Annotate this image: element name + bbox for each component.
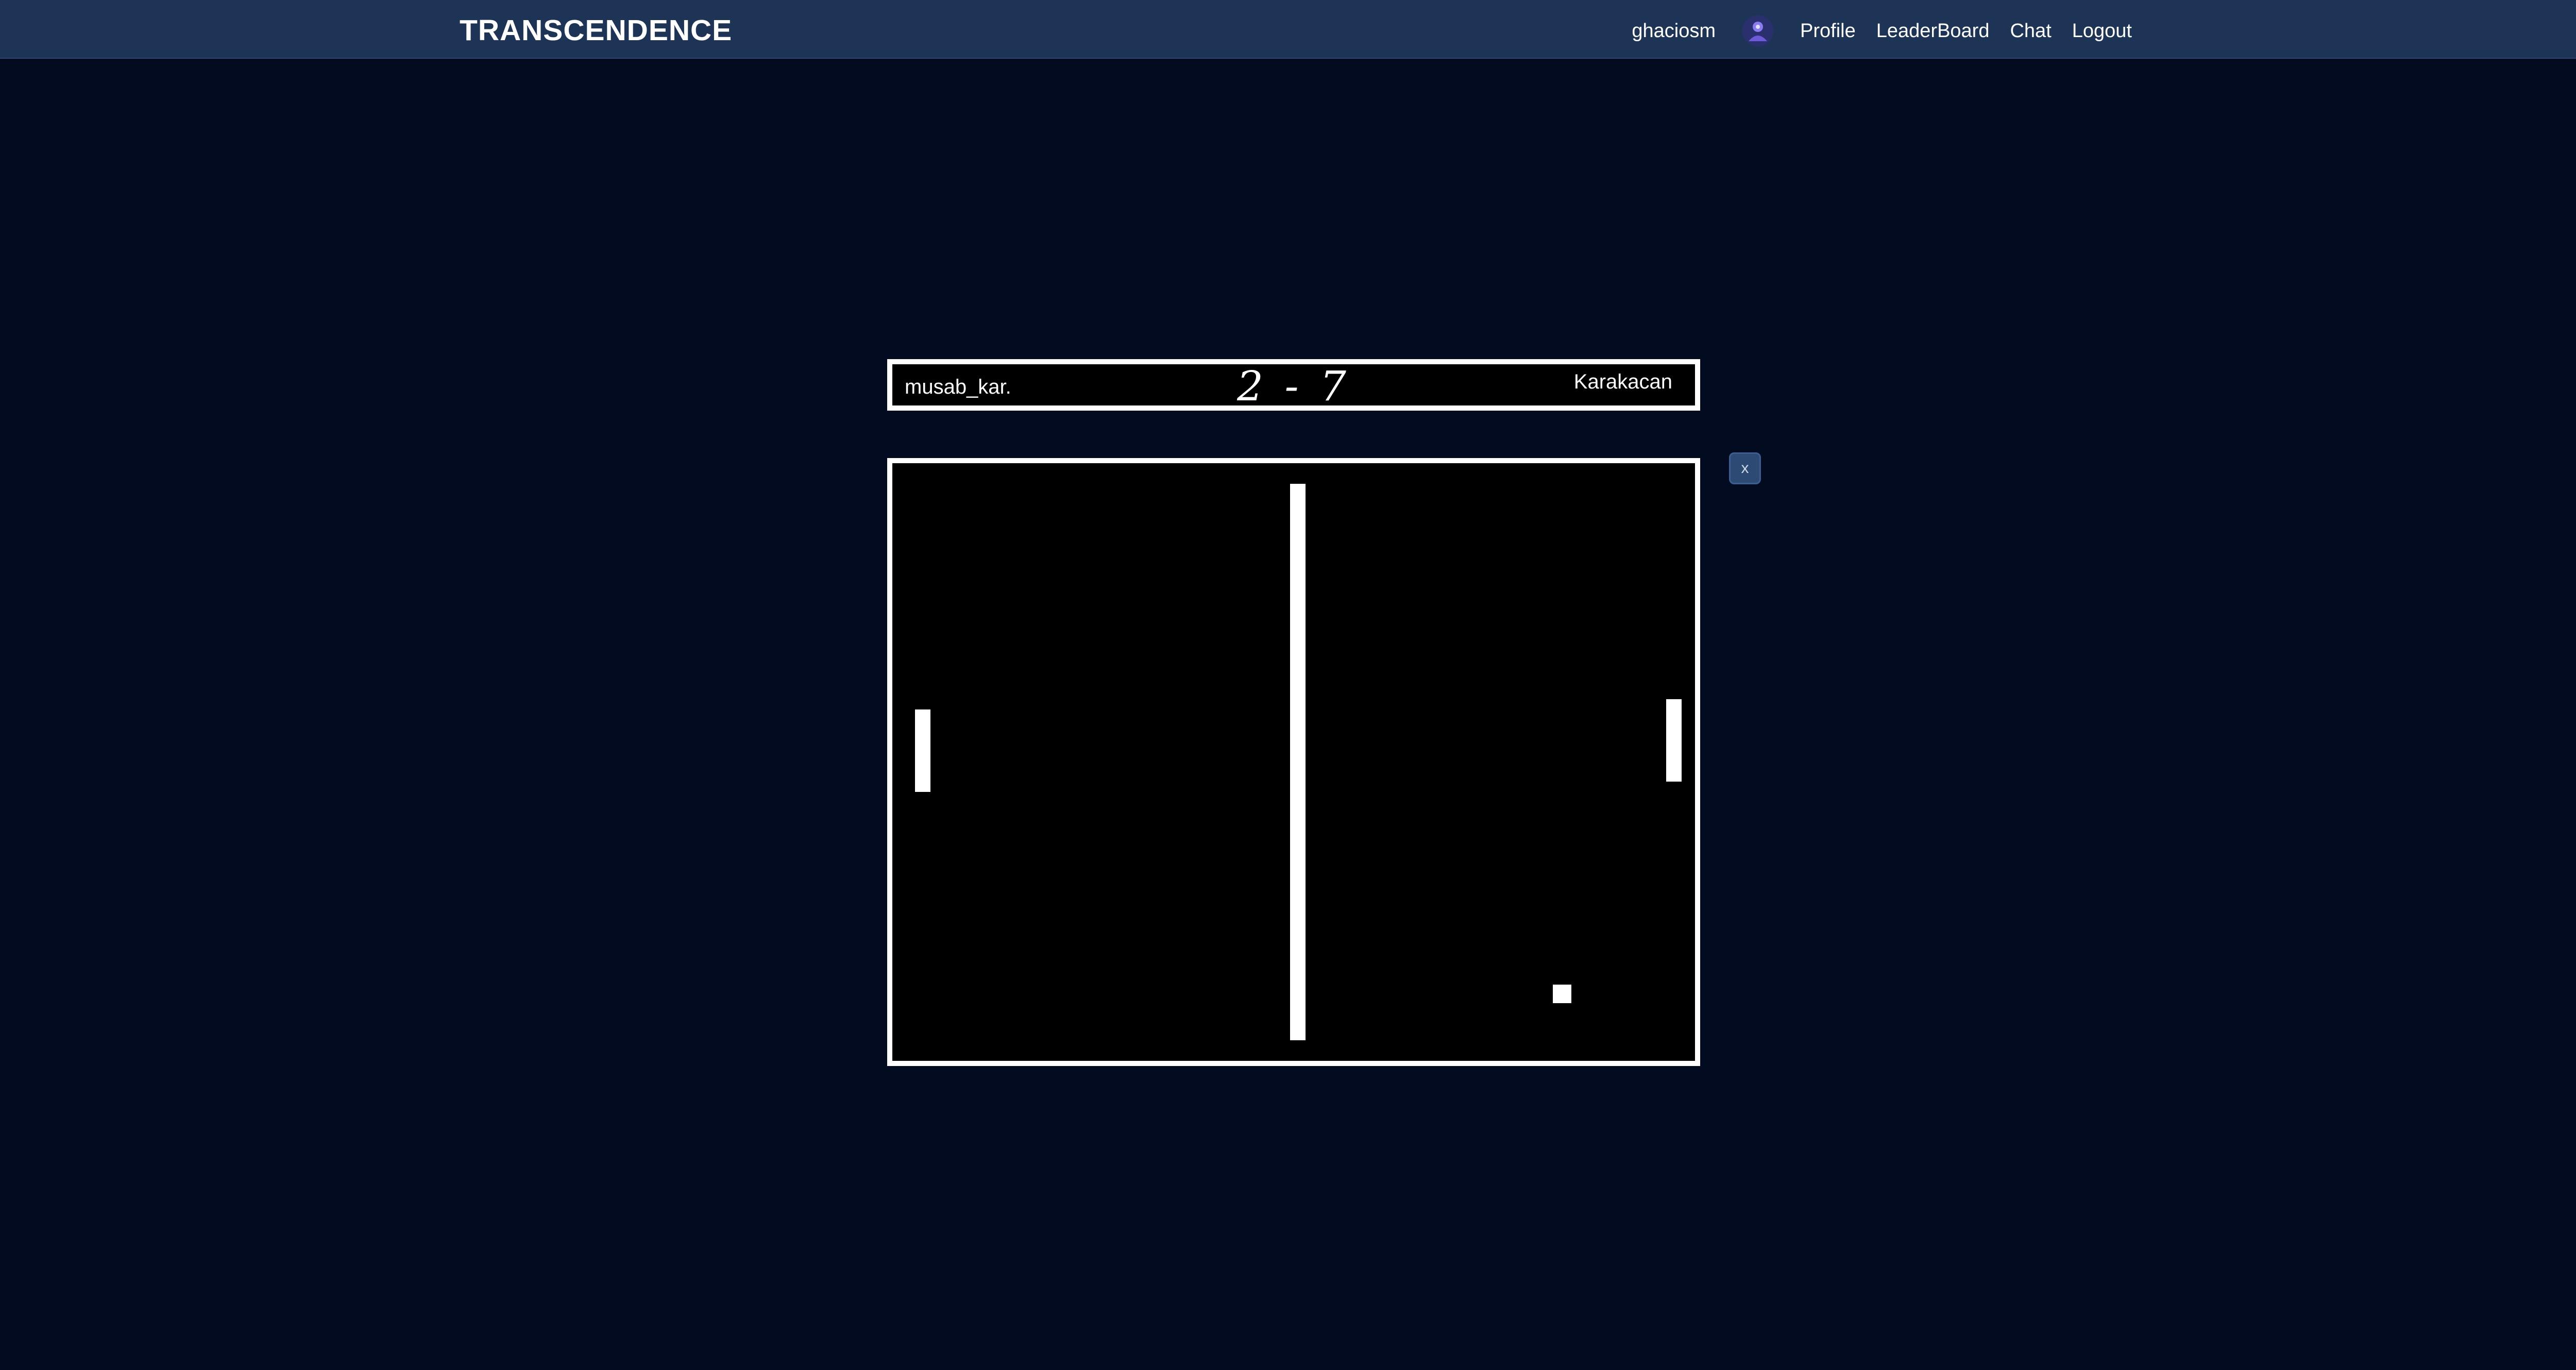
nav-chat-link[interactable]: Chat <box>2010 20 2051 42</box>
brand-logo[interactable]: TRANSCENDENCE <box>460 13 732 47</box>
avatar[interactable] <box>1741 14 1774 47</box>
center-net <box>1290 484 1306 1040</box>
game-field[interactable] <box>887 458 1700 1066</box>
top-navbar: TRANSCENDENCE ghaciosm Profile LeaderBoa… <box>0 0 2576 59</box>
scoreboard: musab_kar. 2 - 7 Karakacan <box>887 359 1700 411</box>
username-label[interactable]: ghaciosm <box>1632 20 1716 42</box>
nav-leaderboard-link[interactable]: LeaderBoard <box>1876 20 1990 42</box>
user-avatar-icon <box>1742 15 1774 46</box>
nav-profile-link[interactable]: Profile <box>1800 20 1856 42</box>
right-player-name: Karakacan <box>1573 370 1672 393</box>
nav-menu: ghaciosm Profile LeaderBoard Chat Logout <box>1632 15 2132 46</box>
close-game-button[interactable]: x <box>1729 452 1761 484</box>
ball <box>1553 985 1571 1003</box>
nav-logout-link[interactable]: Logout <box>2072 20 2132 42</box>
left-paddle <box>915 709 930 792</box>
right-paddle <box>1666 699 1682 782</box>
